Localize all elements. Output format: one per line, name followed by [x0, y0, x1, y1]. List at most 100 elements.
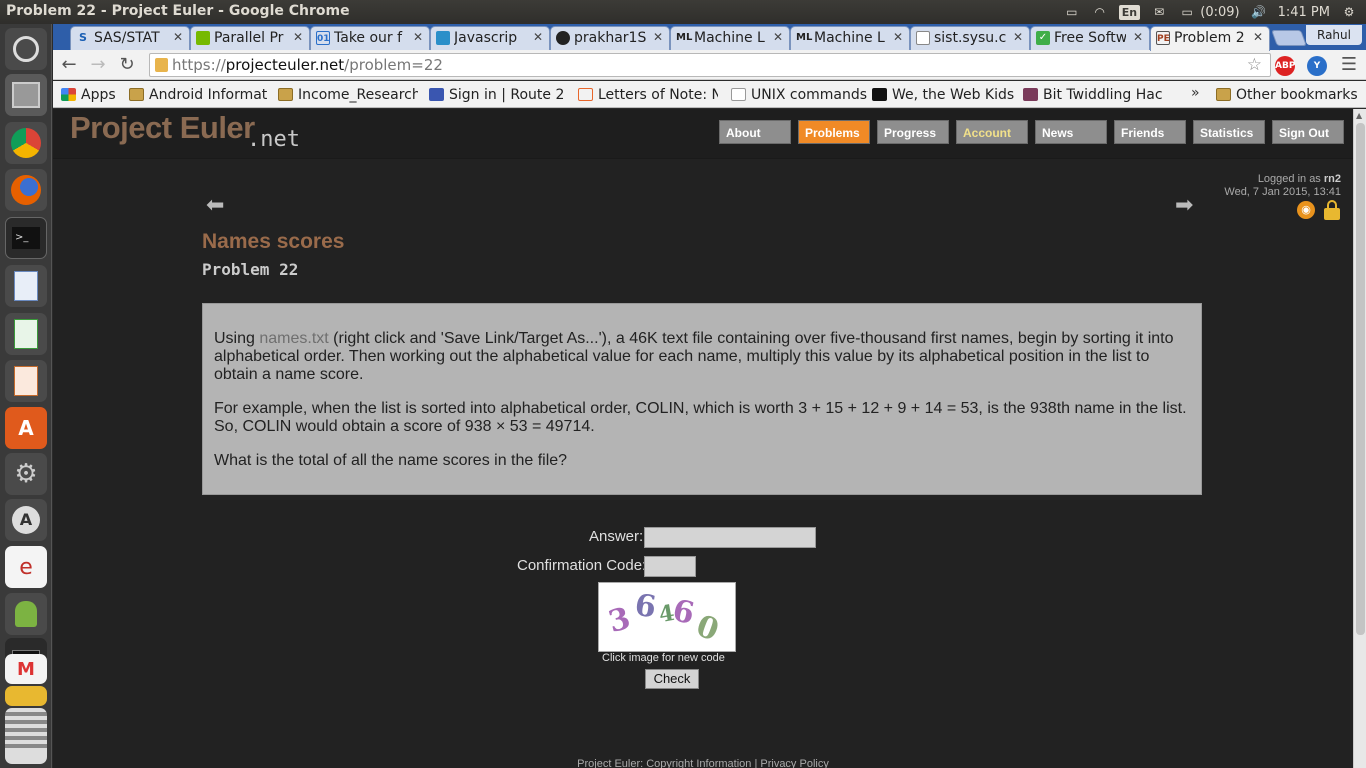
- gmail-button[interactable]: M: [5, 654, 47, 684]
- url-host: projecteuler.net: [225, 56, 345, 74]
- gear-icon[interactable]: ⚙: [1340, 5, 1358, 19]
- bookmark-link[interactable]: Bit Twiddling Hac: [1023, 86, 1166, 104]
- tab[interactable]: S SAS/STAT ✕: [70, 26, 190, 50]
- software-center-icon: A: [18, 416, 34, 440]
- software-center-button[interactable]: A: [5, 407, 47, 449]
- nav-about[interactable]: About: [719, 120, 791, 144]
- vertical-scrollbar[interactable]: ▲: [1353, 109, 1366, 768]
- tab[interactable]: ML Machine L ✕: [670, 26, 790, 50]
- clock[interactable]: 1:41 PM: [1278, 5, 1330, 20]
- nav-progress[interactable]: Progress: [877, 120, 949, 144]
- files-button[interactable]: [5, 74, 47, 116]
- next-problem-arrow-icon[interactable]: ➡: [1175, 193, 1193, 218]
- tab[interactable]: Javascrip ✕: [430, 26, 550, 50]
- bookmark-link[interactable]: UNIX commands: [731, 86, 871, 104]
- new-tab-button[interactable]: [1271, 30, 1307, 46]
- nav-sign-out[interactable]: Sign Out: [1272, 120, 1344, 144]
- android-button[interactable]: [5, 593, 47, 635]
- battery-time: (0:09): [1200, 4, 1240, 20]
- nav-account[interactable]: Account: [956, 120, 1028, 144]
- nav-statistics[interactable]: Statistics: [1193, 120, 1265, 144]
- tab[interactable]: prakhar1S ✕: [550, 26, 670, 50]
- updater-button[interactable]: A: [5, 499, 47, 541]
- nav-news[interactable]: News: [1035, 120, 1107, 144]
- site-logo[interactable]: Project Euler: [70, 110, 255, 146]
- close-icon[interactable]: ✕: [533, 30, 543, 44]
- tab-active[interactable]: PE Problem 2 ✕: [1150, 26, 1270, 51]
- previous-problem-arrow-icon[interactable]: ⬅: [206, 193, 224, 218]
- footer-links[interactable]: Project Euler: Copyright Information | P…: [577, 758, 829, 768]
- document-icon: [14, 271, 38, 301]
- tab-label: Take our f: [334, 30, 403, 46]
- back-button[interactable]: ←: [57, 54, 81, 76]
- chrome-button[interactable]: [5, 122, 47, 164]
- reload-button[interactable]: ↻: [115, 54, 139, 76]
- close-icon[interactable]: ✕: [1253, 30, 1263, 44]
- wifi-icon[interactable]: ◠: [1091, 5, 1109, 19]
- close-icon[interactable]: ✕: [1013, 30, 1023, 44]
- bookmark-label: Other bookmarks: [1236, 87, 1358, 103]
- bookmark-star-icon[interactable]: ☆: [1247, 54, 1262, 76]
- window-title: Problem 22 - Project Euler - Google Chro…: [6, 3, 350, 19]
- address-bar[interactable]: https://projecteuler.net/problem=22 ☆: [149, 53, 1271, 77]
- scroll-up-icon[interactable]: ▲: [1356, 111, 1362, 120]
- bookmark-link[interactable]: Letters of Note: N: [578, 86, 718, 104]
- bookmark-apps[interactable]: Apps: [61, 86, 121, 104]
- firefox-button[interactable]: [5, 169, 47, 211]
- terminal-icon: >_: [12, 227, 40, 249]
- problem-number: Problem 22: [202, 260, 299, 279]
- bookmark-folder[interactable]: Income_Research: [278, 86, 418, 104]
- rss-icon[interactable]: ◉: [1297, 201, 1315, 219]
- screen-icon[interactable]: ▭: [1063, 5, 1081, 19]
- close-icon[interactable]: ✕: [293, 30, 303, 44]
- writer-button[interactable]: [5, 265, 47, 307]
- other-bookmarks[interactable]: Other bookmarks: [1216, 86, 1364, 104]
- volume-icon[interactable]: 🔊: [1250, 5, 1268, 19]
- folder-icon: [278, 88, 293, 101]
- close-icon[interactable]: ✕: [773, 30, 783, 44]
- nav-problems[interactable]: Problems: [798, 120, 870, 144]
- calc-button[interactable]: [5, 313, 47, 355]
- captcha-image[interactable]: 3 6 4 6 0: [598, 582, 736, 652]
- close-icon[interactable]: ✕: [1133, 30, 1143, 44]
- names-file-link[interactable]: names.txt: [259, 330, 328, 347]
- tab-label: Problem 2: [1174, 30, 1245, 46]
- terminal-button[interactable]: >_: [5, 217, 47, 259]
- tab[interactable]: 01 Take our f ✕: [310, 26, 430, 50]
- close-icon[interactable]: ✕: [653, 30, 663, 44]
- bookmark-link[interactable]: We, the Web Kids: [872, 86, 1017, 104]
- profile-button[interactable]: Rahul: [1306, 25, 1362, 45]
- tab[interactable]: Parallel Pr ✕: [190, 26, 310, 50]
- bookmark-link[interactable]: Sign in | Route 2 S: [429, 86, 569, 104]
- confirmation-label: Confirmation Code:: [517, 557, 647, 574]
- nav-friends[interactable]: Friends: [1114, 120, 1186, 144]
- close-icon[interactable]: ✕: [413, 30, 423, 44]
- forward-button[interactable]: →: [86, 54, 110, 76]
- close-icon[interactable]: ✕: [893, 30, 903, 44]
- lock-icon[interactable]: [1324, 200, 1340, 220]
- trash-stack-button[interactable]: [5, 708, 47, 764]
- adblock-icon[interactable]: ABP: [1275, 56, 1295, 76]
- answer-input[interactable]: [644, 527, 816, 548]
- bookmarks-overflow-button[interactable]: »: [1191, 85, 1200, 101]
- confirmation-code-input[interactable]: [644, 556, 696, 577]
- extension-icon[interactable]: Y: [1307, 56, 1327, 76]
- editor-button[interactable]: e: [5, 546, 47, 588]
- tab[interactable]: ML Machine L ✕: [790, 26, 910, 50]
- battery-indicator[interactable]: ▭ (0:09): [1178, 5, 1239, 20]
- scrollbar-thumb[interactable]: [1356, 123, 1365, 635]
- settings-button[interactable]: ⚙: [5, 453, 47, 495]
- nvidia-icon: [196, 31, 210, 45]
- webkids-icon: [872, 88, 887, 101]
- impress-button[interactable]: [5, 360, 47, 402]
- dash-button[interactable]: [5, 28, 47, 70]
- check-button[interactable]: Check: [645, 669, 699, 689]
- tab[interactable]: ✓ Free Softw ✕: [1030, 26, 1150, 50]
- menu-button[interactable]: ☰: [1337, 54, 1361, 76]
- tab[interactable]: sist.sysu.c ✕: [910, 26, 1030, 50]
- bookmark-folder[interactable]: Android Informat: [129, 86, 269, 104]
- close-icon[interactable]: ✕: [173, 30, 183, 44]
- stacked-app-button[interactable]: [5, 686, 47, 706]
- keyboard-layout[interactable]: En: [1118, 4, 1141, 20]
- mail-icon[interactable]: ✉: [1150, 5, 1168, 19]
